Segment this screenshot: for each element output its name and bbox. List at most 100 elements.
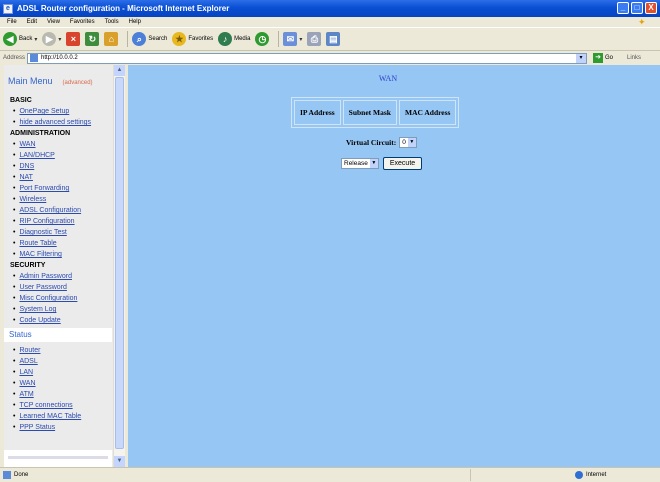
status-menu: Router ADSL LAN WAN ATM TCP connections … bbox=[10, 345, 114, 433]
edit-page-icon: ▤ bbox=[326, 32, 341, 46]
status-router[interactable]: Router bbox=[10, 345, 114, 356]
mail-icon: ✉ bbox=[283, 32, 298, 46]
header-subnet-mask: Subnet Mask bbox=[342, 100, 397, 125]
chevron-down-icon: ▾ bbox=[299, 36, 303, 43]
execute-button[interactable]: Execute bbox=[382, 157, 423, 170]
minimize-button[interactable]: _ bbox=[617, 2, 629, 14]
scroll-down-icon[interactable]: ▼ bbox=[114, 456, 125, 467]
menu-edit[interactable]: Edit bbox=[27, 19, 37, 25]
status-tcp-connections[interactable]: TCP connections bbox=[10, 400, 114, 411]
menu-misc-configuration[interactable]: Misc Configuration bbox=[10, 293, 114, 304]
refresh-button[interactable]: ↻ bbox=[85, 32, 100, 46]
scrollbar-thumb[interactable] bbox=[115, 77, 124, 449]
links-button[interactable]: Links bbox=[627, 55, 641, 61]
menu-wan[interactable]: WAN bbox=[10, 139, 114, 150]
close-button[interactable]: X bbox=[645, 2, 657, 14]
refresh-icon: ↻ bbox=[85, 32, 100, 46]
menu-port-forwarding[interactable]: Port Forwarding bbox=[10, 183, 114, 194]
go-button[interactable]: ➜ Go bbox=[593, 53, 613, 63]
internet-globe-icon bbox=[575, 471, 583, 479]
status-header: Status bbox=[4, 328, 112, 342]
menu-nat[interactable]: NAT bbox=[10, 172, 114, 183]
status-panes bbox=[470, 469, 570, 481]
zone-label: Internet bbox=[586, 472, 607, 478]
address-dropdown-button[interactable]: ▾ bbox=[576, 53, 586, 63]
virtual-circuit-row: Virtual Circuit: 0 ▼ bbox=[346, 137, 417, 148]
left-menu-footer bbox=[4, 450, 112, 467]
address-label: Address bbox=[3, 55, 26, 61]
back-button[interactable]: ◀ Back ▾ bbox=[3, 32, 37, 46]
stop-button[interactable]: × bbox=[66, 32, 81, 46]
favorites-button[interactable]: ★ Favorites bbox=[172, 32, 213, 46]
status-wan[interactable]: WAN bbox=[10, 378, 114, 389]
menu-user-password[interactable]: User Password bbox=[10, 282, 114, 293]
wan-info-table: IP Address Subnet Mask MAC Address bbox=[291, 97, 460, 128]
menu-hide-advanced[interactable]: hide advanced settings bbox=[10, 117, 114, 128]
main-menu-mode: (advanced) bbox=[62, 80, 93, 86]
mail-button[interactable]: ✉ ▾ bbox=[283, 32, 302, 46]
status-text: Done bbox=[14, 472, 29, 478]
action-select[interactable]: Release ▼ bbox=[341, 158, 379, 169]
history-button[interactable]: ◷ bbox=[255, 32, 270, 46]
search-icon: ⌕ bbox=[132, 32, 147, 46]
print-button[interactable]: ⎙ bbox=[307, 32, 322, 46]
status-adsl[interactable]: ADSL bbox=[10, 356, 114, 367]
header-mac-address: MAC Address bbox=[398, 100, 457, 125]
menu-onepage-setup[interactable]: OnePage Setup bbox=[10, 106, 114, 117]
home-button[interactable]: ⌂ bbox=[104, 32, 119, 46]
chevron-down-icon: ▾ bbox=[34, 36, 38, 43]
scroll-up-icon[interactable]: ▲ bbox=[114, 65, 125, 76]
search-button[interactable]: ⌕ Search bbox=[132, 32, 167, 46]
maximize-button[interactable]: □ bbox=[631, 2, 643, 14]
virtual-circuit-select[interactable]: 0 ▼ bbox=[399, 137, 417, 148]
chevron-down-icon: ▼ bbox=[369, 159, 378, 168]
status-lan[interactable]: LAN bbox=[10, 367, 114, 378]
back-label: Back bbox=[19, 36, 33, 42]
menu-view[interactable]: View bbox=[47, 19, 60, 25]
menu-bar: File Edit View Favorites Tools Help ✦ bbox=[0, 17, 660, 27]
menu-mac-filtering[interactable]: MAC Filtering bbox=[10, 249, 114, 260]
edit-button[interactable]: ▤ bbox=[326, 32, 341, 46]
menu-dns[interactable]: DNS bbox=[10, 161, 114, 172]
menu-adsl-configuration[interactable]: ADSL Configuration bbox=[10, 205, 114, 216]
security-zone: Internet bbox=[575, 471, 606, 479]
menu-route-table[interactable]: Route Table bbox=[10, 238, 114, 249]
status-learned-mac-table[interactable]: Learned MAC Table bbox=[10, 411, 114, 422]
window-title: ADSL Router configuration - Microsoft In… bbox=[17, 4, 230, 13]
title-bar: e ADSL Router configuration - Microsoft … bbox=[0, 0, 660, 17]
go-label: Go bbox=[605, 55, 614, 61]
media-icon: ♪ bbox=[218, 32, 233, 46]
left-frame-scrollbar[interactable]: ▲ ▼ bbox=[113, 65, 125, 467]
ie-icon: e bbox=[3, 3, 13, 14]
address-input[interactable]: http://10.0.0.2 ▾ bbox=[27, 52, 587, 64]
left-menu-frame: Main Menu (advanced) BASIC OnePage Setup … bbox=[4, 65, 121, 467]
page-done-icon bbox=[3, 471, 11, 479]
address-url[interactable]: http://10.0.0.2 bbox=[41, 55, 78, 61]
menu-diagnostic-test[interactable]: Diagnostic Test bbox=[10, 227, 114, 238]
action-row: Release ▼ Execute bbox=[341, 157, 423, 170]
window-controls: _ □ X bbox=[617, 2, 657, 14]
forward-arrow-icon: ▶ bbox=[42, 32, 57, 46]
menu-code-update[interactable]: Code Update bbox=[10, 315, 114, 326]
star-icon: ★ bbox=[172, 32, 187, 46]
main-menu-title: Main Menu bbox=[8, 76, 53, 86]
menu-file[interactable]: File bbox=[7, 19, 17, 25]
status-atm[interactable]: ATM bbox=[10, 389, 114, 400]
menu-tools[interactable]: Tools bbox=[105, 19, 119, 25]
table-header-row: IP Address Subnet Mask MAC Address bbox=[294, 100, 457, 125]
forward-button[interactable]: ▶ ▾ bbox=[42, 32, 61, 46]
status-ppp[interactable]: PPP Status bbox=[10, 422, 114, 433]
menu-wireless[interactable]: Wireless bbox=[10, 194, 114, 205]
menu-help[interactable]: Help bbox=[129, 19, 141, 25]
menu-system-log[interactable]: System Log bbox=[10, 304, 114, 315]
go-arrow-icon: ➜ bbox=[593, 53, 603, 63]
media-button[interactable]: ♪ Media bbox=[218, 32, 250, 46]
menu-rip-configuration[interactable]: RIP Configuration bbox=[10, 216, 114, 227]
menu-favorites[interactable]: Favorites bbox=[70, 19, 95, 25]
menu-admin-password[interactable]: Admin Password bbox=[10, 271, 114, 282]
back-arrow-icon: ◀ bbox=[3, 32, 17, 46]
status-bar: Done Internet bbox=[0, 467, 660, 482]
menu-lan-dhcp[interactable]: LAN/DHCP bbox=[10, 150, 114, 161]
status-title: Status bbox=[9, 330, 32, 339]
browser-content: Main Menu (advanced) BASIC OnePage Setup … bbox=[0, 65, 660, 467]
